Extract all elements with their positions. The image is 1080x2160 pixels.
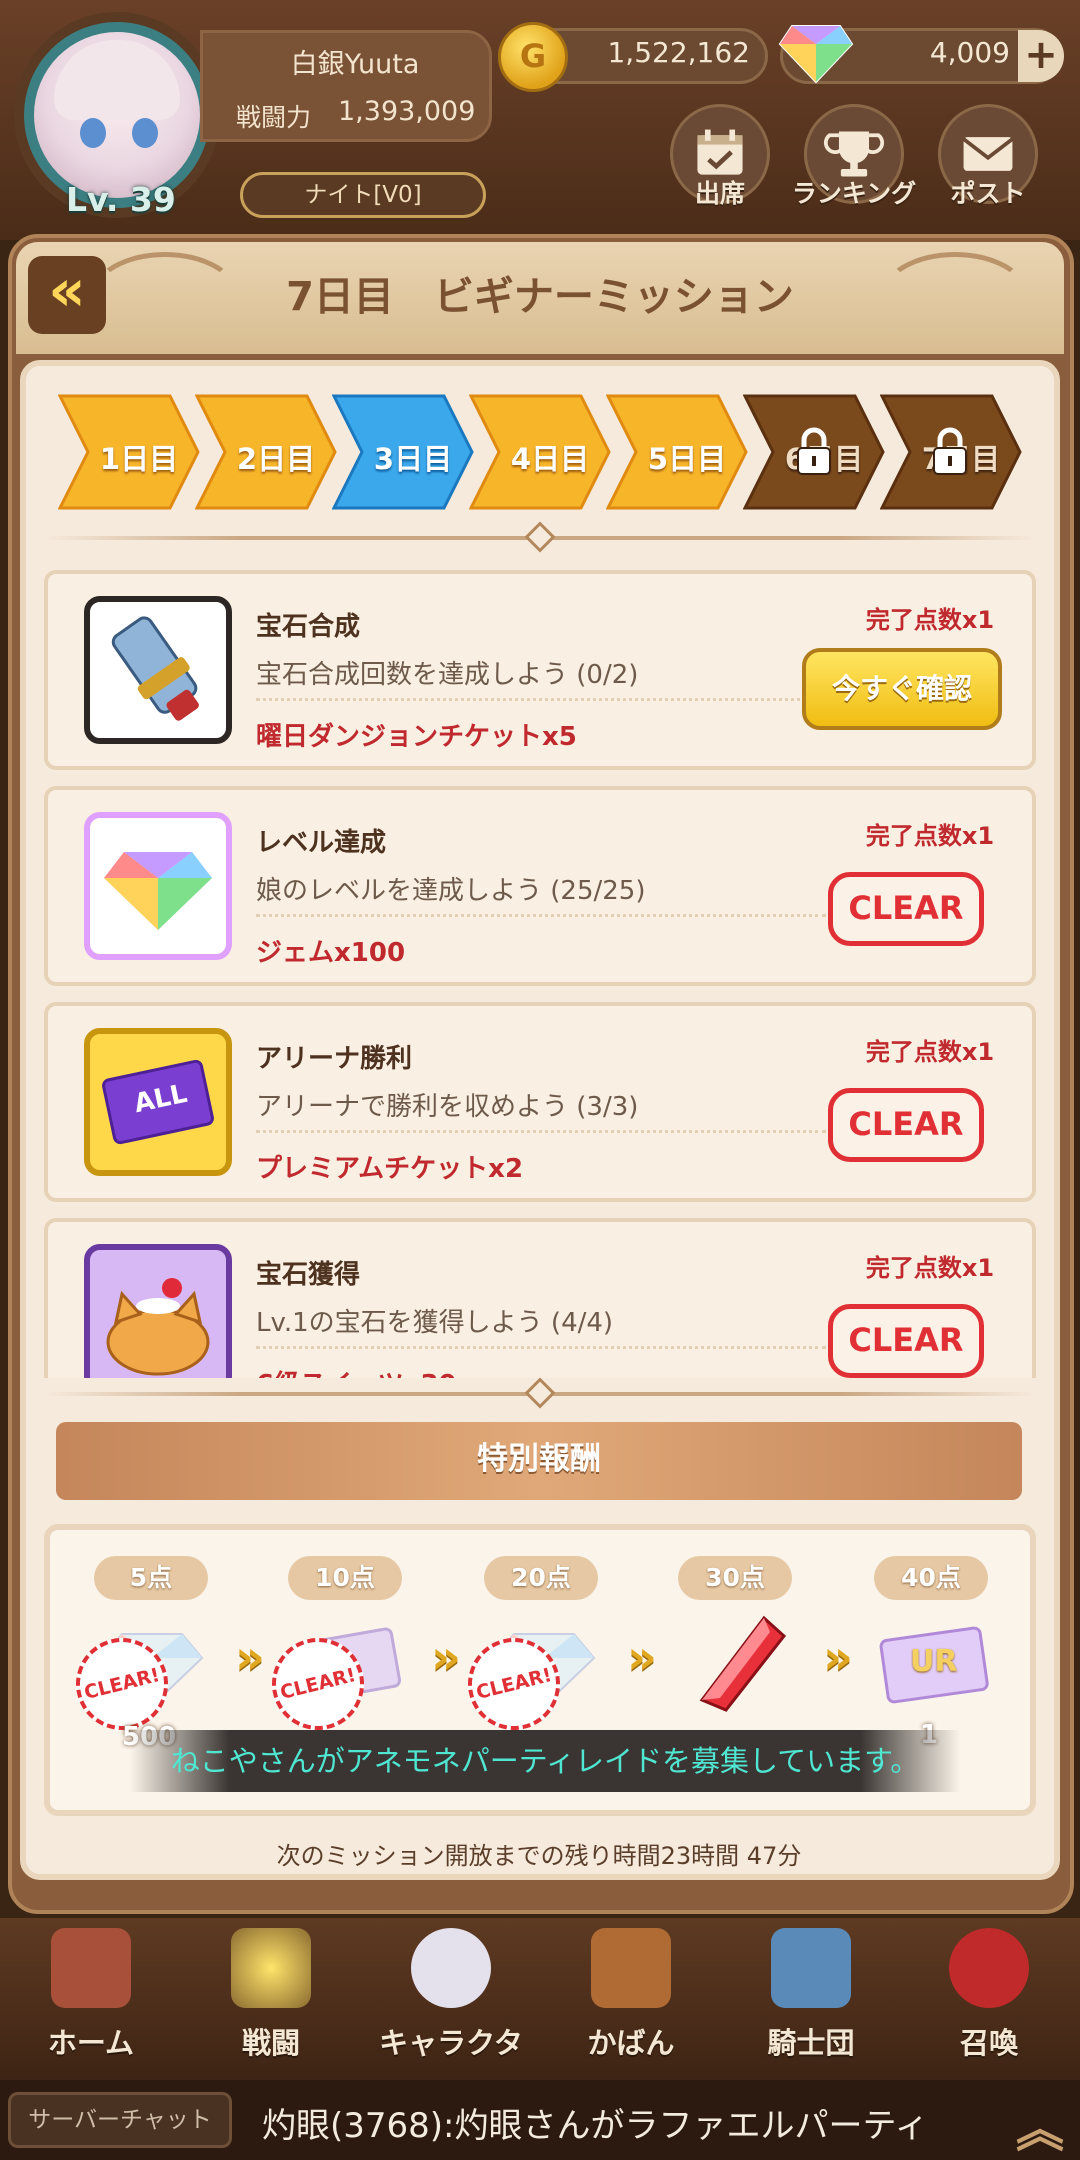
tab-day-3-label: 3日目 — [373, 442, 453, 476]
clear-stamp: CLEAR — [828, 1088, 984, 1162]
mission-reward: 6級スイーツx30 — [256, 1364, 457, 1378]
mission-title: 宝石合成 — [256, 612, 361, 642]
clear-stamp: CLEAR — [828, 872, 984, 946]
nav-label: かばん — [587, 2026, 675, 2060]
gold-coin-icon: G — [498, 22, 568, 92]
nav-label: 戦闘 — [241, 2026, 300, 2060]
back-button[interactable]: « — [28, 256, 106, 334]
mission-title: アリーナ勝利 — [256, 1044, 413, 1074]
bag-icon — [591, 1928, 671, 2008]
ranking-label: ランキング — [791, 179, 917, 208]
mail-label: ポスト — [950, 179, 1026, 208]
gem-icon — [778, 20, 854, 84]
summon-icon — [949, 1928, 1029, 2008]
mission-points: 完了点数x1 — [865, 606, 995, 634]
mission-reward: プレミアムチケットx2 — [256, 1154, 524, 1184]
premium-ticket-icon: ALL — [84, 1028, 232, 1176]
tab-day-4-label: 4日目 — [510, 442, 590, 476]
rank-badge[interactable]: ナイト[V0] — [240, 172, 486, 218]
milestone-points: 20点 — [484, 1556, 598, 1600]
gem-icon — [84, 812, 232, 960]
nav-bag[interactable]: かばん — [546, 1928, 716, 2074]
chevron-right-icon: » — [431, 1630, 461, 1684]
mission-title: レベル達成 — [256, 828, 387, 858]
nav-summon[interactable]: 召喚 — [904, 1928, 1074, 2074]
mission-reward: ジェムx100 — [256, 938, 406, 968]
mission-points: 完了点数x1 — [865, 1254, 995, 1282]
add-gems-button[interactable]: + — [1018, 30, 1064, 82]
player-name: 白銀Yuuta — [290, 49, 420, 80]
gem-value: 4,009 — [929, 36, 1010, 69]
tab-day-2-label: 2日目 — [236, 442, 316, 476]
milestone-points: 30点 — [678, 1556, 792, 1600]
nav-label: 召喚 — [959, 2026, 1018, 2060]
lock-icon — [794, 426, 834, 476]
chat-message[interactable]: 灼眼(3768):灼眼さんがラファエルパーティ — [262, 2098, 928, 2147]
nav-label: ホーム — [47, 2026, 135, 2060]
attendance-label: 出席 — [694, 179, 745, 208]
cat-sweet-icon — [84, 1244, 232, 1378]
mission-card: 宝石獲得 Lv.1の宝石を獲得しよう (4/4) 6級スイーツx30 完了点数x… — [44, 1218, 1036, 1378]
page-title: 7日目 ビギナーミッション — [286, 274, 794, 320]
raid-notice-banner[interactable]: ねこやさんがアネモネパーティレイドを募集しています。 — [130, 1730, 960, 1792]
red-crystal-icon[interactable] — [680, 1614, 800, 1714]
milestone-points: 5点 — [94, 1556, 208, 1600]
server-chat-button[interactable]: サーバーチャット — [8, 2092, 232, 2148]
ur-text: UR — [910, 1644, 958, 1679]
mission-title: 宝石獲得 — [256, 1260, 361, 1290]
mission-list[interactable]: 宝石合成 宝石合成回数を達成しよう (0/2) 曜日ダンジョンチケットx5 完了… — [44, 570, 1036, 1378]
lock-icon — [930, 426, 970, 476]
ur-ticket-icon[interactable]: UR — [874, 1614, 994, 1714]
mission-points: 完了点数x1 — [865, 822, 995, 850]
milestone-points: 10点 — [288, 1556, 402, 1600]
power-label: 戦闘力 — [236, 103, 312, 132]
gold-value: 1,522,162 — [607, 36, 750, 69]
nav-guild[interactable]: 騎士団 — [726, 1928, 896, 2074]
mission-card: レベル達成 娘のレベルを達成しよう (25/25) ジェムx100 完了点数x1… — [44, 786, 1036, 986]
check-now-button[interactable]: 今すぐ確認 — [802, 648, 1002, 730]
mission-reward: 曜日ダンジョンチケットx5 — [256, 722, 577, 752]
power-value: 1,393,009 — [338, 96, 476, 127]
player-level: Lv. 39 — [66, 180, 176, 219]
chevron-up-icon[interactable]: ︽ — [1010, 2090, 1070, 2158]
scroll-ticket-icon — [84, 596, 232, 744]
chevron-right-icon: » — [627, 1630, 657, 1684]
mission-description: Lv.1の宝石を獲得しよう (4/4) — [256, 1308, 614, 1338]
mission-description: アリーナで勝利を収めよう (3/3) — [256, 1092, 639, 1122]
clear-stamp: CLEAR — [828, 1304, 984, 1378]
milestone-points: 40点 — [874, 1556, 988, 1600]
nav-character[interactable]: キャラクター — [366, 1928, 536, 2102]
nav-label: 騎士団 — [767, 2026, 855, 2060]
avatar[interactable] — [34, 32, 200, 198]
chevron-right-icon: » — [235, 1630, 265, 1684]
special-reward-header: 特別報酬 — [56, 1422, 1022, 1500]
battle-icon — [231, 1928, 311, 2008]
mission-description: 宝石合成回数を達成しよう (0/2) — [256, 660, 639, 690]
mission-card: ALL アリーナ勝利 アリーナで勝利を収めよう (3/3) プレミアムチケットx… — [44, 1002, 1036, 1202]
mission-points: 完了点数x1 — [865, 1038, 995, 1066]
nav-battle[interactable]: 戦闘 — [186, 1928, 356, 2074]
mission-timer: 次のミッション開放までの残り時間23時間 47分 — [276, 1842, 802, 1870]
guild-castle-icon — [771, 1928, 851, 2008]
mission-description: 娘のレベルを達成しよう (25/25) — [256, 876, 646, 906]
mission-card: 宝石合成 宝石合成回数を達成しよう (0/2) 曜日ダンジョンチケットx5 完了… — [44, 570, 1036, 770]
tab-day-1-label: 1日目 — [99, 442, 179, 476]
tab-day-5-label: 5日目 — [647, 442, 727, 476]
home-icon — [51, 1928, 131, 2008]
character-icon — [411, 1928, 491, 2008]
chevron-right-icon: » — [823, 1630, 853, 1684]
nav-home[interactable]: ホーム — [6, 1928, 176, 2074]
